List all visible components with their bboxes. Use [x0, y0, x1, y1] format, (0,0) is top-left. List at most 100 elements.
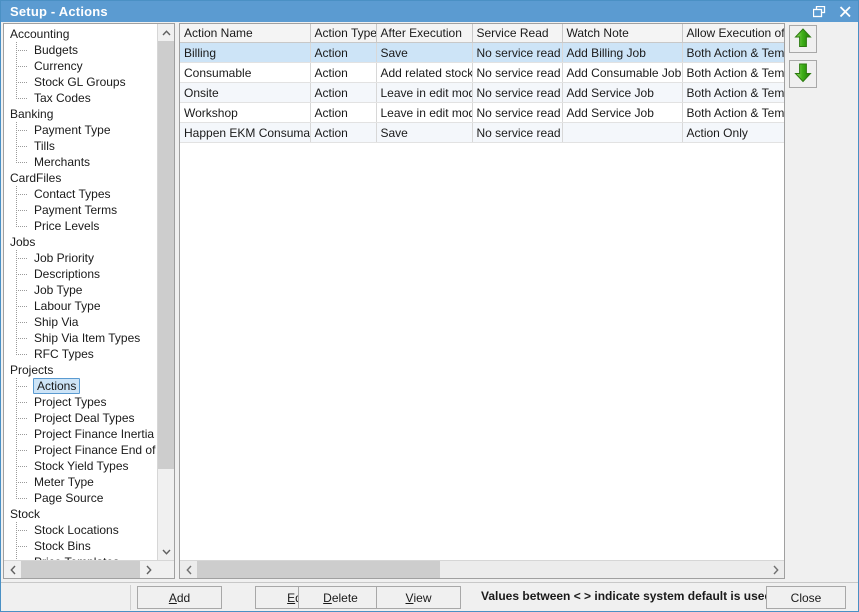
- table-cell: Action: [310, 62, 377, 83]
- column-header-service-read[interactable]: Service Read: [472, 24, 563, 43]
- sidebar-item-banking[interactable]: Banking: [4, 106, 158, 122]
- sidebar-item-stock-bins[interactable]: Stock Bins: [4, 538, 158, 554]
- sidebar-item-ship-via-item-types[interactable]: Ship Via Item Types: [4, 330, 158, 346]
- view-button[interactable]: View: [376, 586, 461, 609]
- footer-bar: Add Edit Delete View Values between < > …: [1, 582, 858, 611]
- tree-vertical-scrollbar[interactable]: [157, 24, 174, 560]
- sidebar-item-label: Budgets: [34, 43, 79, 57]
- sidebar-item-label: Ship Via: [34, 315, 79, 329]
- sidebar-item-label: Labour Type: [34, 299, 101, 313]
- sidebar-item-stock[interactable]: Stock: [4, 506, 158, 522]
- table-cell: Action: [310, 82, 377, 103]
- sidebar-item-stock-yield-types[interactable]: Stock Yield Types: [4, 458, 158, 474]
- green-up-arrow-icon: [794, 27, 812, 51]
- sidebar-item-project-types[interactable]: Project Types: [4, 394, 158, 410]
- delete-button[interactable]: Delete: [298, 586, 383, 609]
- table-row[interactable]: Workshop Action Leave in edit mode No servi…: [180, 102, 784, 123]
- sidebar-item-labour-type[interactable]: Labour Type: [4, 298, 158, 314]
- sidebar-item-project-finance-inertia[interactable]: Project Finance Inertia: [4, 426, 158, 442]
- sidebar-item-tax-codes[interactable]: Tax Codes: [4, 90, 158, 106]
- tree-connector-icon: [14, 58, 34, 74]
- close-button[interactable]: Close: [766, 586, 846, 609]
- column-header-allow-execution-of[interactable]: Allow Execution of: [682, 24, 784, 43]
- table-cell: Billing: [180, 42, 311, 63]
- chevron-left-icon[interactable]: [180, 561, 197, 578]
- sidebar-item-job-type[interactable]: Job Type: [4, 282, 158, 298]
- table-row[interactable]: Happen EKM ConsumableActionSaveNo servic…: [180, 122, 784, 143]
- restore-window-icon[interactable]: [806, 1, 832, 22]
- setup-actions-window: Setup - Actions Accounting Budgets Currenc…: [0, 0, 859, 612]
- sidebar-item-project-finance-end-of-term[interactable]: Project Finance End of Term: [4, 442, 158, 458]
- sidebar-item-payment-type[interactable]: Payment Type: [4, 122, 158, 138]
- sidebar-item-jobs[interactable]: Jobs: [4, 234, 158, 250]
- table-row[interactable]: Consumable Action Add related stock No serv…: [180, 62, 784, 83]
- table-row[interactable]: Onsite Action Leave in edit mode No service…: [180, 82, 784, 103]
- setup-tree[interactable]: Accounting Budgets Currency Stock GL Groups…: [4, 24, 158, 560]
- sidebar-item-label: Stock: [10, 507, 41, 521]
- tree-horizontal-scrollbar[interactable]: [4, 560, 174, 578]
- sidebar-item-rfc-types[interactable]: RFC Types: [4, 346, 158, 362]
- sidebar-item-price-levels[interactable]: Price Levels: [4, 218, 158, 234]
- chevron-left-icon[interactable]: [4, 561, 21, 578]
- chevron-right-icon[interactable]: [140, 561, 157, 578]
- grid-hscroll-thumb[interactable]: [197, 561, 440, 578]
- sidebar-item-label: Payment Terms: [34, 203, 118, 217]
- sidebar-item-stock-gl-groups[interactable]: Stock GL Groups: [4, 74, 158, 90]
- grid-horizontal-scrollbar[interactable]: [180, 560, 784, 578]
- sidebar-item-currency[interactable]: Currency: [4, 58, 158, 74]
- column-header-action-name[interactable]: Action Name: [180, 24, 311, 43]
- sidebar-item-label: Stock Bins: [34, 539, 91, 553]
- table-header-row[interactable]: Action Name Action Type After Execution Ser…: [180, 24, 784, 43]
- tree-vscroll-thumb[interactable]: [158, 41, 174, 469]
- sidebar-item-label: RFC Types: [34, 347, 94, 361]
- tree-connector-icon: [14, 474, 34, 490]
- sidebar-item-project-deal-types[interactable]: Project Deal Types: [4, 410, 158, 426]
- column-header-after-execution[interactable]: After Execution: [376, 24, 473, 43]
- tree-connector-icon: [14, 122, 34, 138]
- tree-connector-icon: [14, 458, 34, 474]
- sidebar-item-page-source[interactable]: Page Source: [4, 490, 158, 506]
- table-cell: Save: [376, 42, 473, 63]
- table-cell: Save: [376, 122, 473, 143]
- sidebar-item-label: Tills: [34, 139, 55, 153]
- sidebar-item-projects[interactable]: Projects: [4, 362, 158, 378]
- add-button[interactable]: Add: [137, 586, 222, 609]
- status-message: Values between < > indicate system defau…: [481, 589, 771, 603]
- column-header-watch-note[interactable]: Watch Note: [562, 24, 683, 43]
- close-window-icon[interactable]: [832, 1, 858, 22]
- chevron-down-icon[interactable]: [158, 543, 174, 560]
- sidebar-item-label: Project Deal Types: [34, 411, 135, 425]
- actions-table[interactable]: Action Name Action Type After Execution Ser…: [180, 24, 784, 143]
- sidebar-item-budgets[interactable]: Budgets: [4, 42, 158, 58]
- tree-connector-icon: [14, 346, 34, 362]
- sidebar-item-label: Merchants: [34, 155, 91, 169]
- tree-connector-icon: [14, 74, 34, 90]
- move-up-button[interactable]: [789, 25, 817, 53]
- sidebar-item-meter-type[interactable]: Meter Type: [4, 474, 158, 490]
- sidebar-item-payment-terms[interactable]: Payment Terms: [4, 202, 158, 218]
- sidebar-item-stock-locations[interactable]: Stock Locations: [4, 522, 158, 538]
- add-button-label: dd: [176, 590, 191, 605]
- add-button-mnemonic: A: [168, 590, 177, 605]
- sidebar-item-actions[interactable]: Actions: [4, 378, 158, 394]
- table-cell: Add related stock: [376, 62, 473, 83]
- sidebar-item-tills[interactable]: Tills: [4, 138, 158, 154]
- sidebar-item-contact-types[interactable]: Contact Types: [4, 186, 158, 202]
- tree-hscroll-thumb[interactable]: [21, 561, 140, 578]
- sidebar-item-label: Jobs: [10, 235, 36, 249]
- sidebar-item-ship-via[interactable]: Ship Via: [4, 314, 158, 330]
- tree-connector-icon: [14, 394, 34, 410]
- sidebar-item-job-priority[interactable]: Job Priority: [4, 250, 158, 266]
- column-header-action-type[interactable]: Action Type: [310, 24, 377, 43]
- sidebar-item-label: Project Finance End of Term: [34, 443, 158, 457]
- sidebar-item-accounting[interactable]: Accounting: [4, 26, 158, 42]
- table-row[interactable]: Billing Action Save No service read Add Bill…: [180, 42, 784, 63]
- move-down-button[interactable]: [789, 60, 817, 88]
- table-body[interactable]: Billing Action Save No service read Add Bill…: [180, 42, 784, 143]
- table-cell: Both Action & Template/Checklist: [682, 62, 784, 83]
- sidebar-item-merchants[interactable]: Merchants: [4, 154, 158, 170]
- chevron-up-icon[interactable]: [158, 24, 174, 41]
- chevron-right-icon[interactable]: [767, 561, 784, 578]
- sidebar-item-descriptions[interactable]: Descriptions: [4, 266, 158, 282]
- sidebar-item-cardfiles[interactable]: CardFiles: [4, 170, 158, 186]
